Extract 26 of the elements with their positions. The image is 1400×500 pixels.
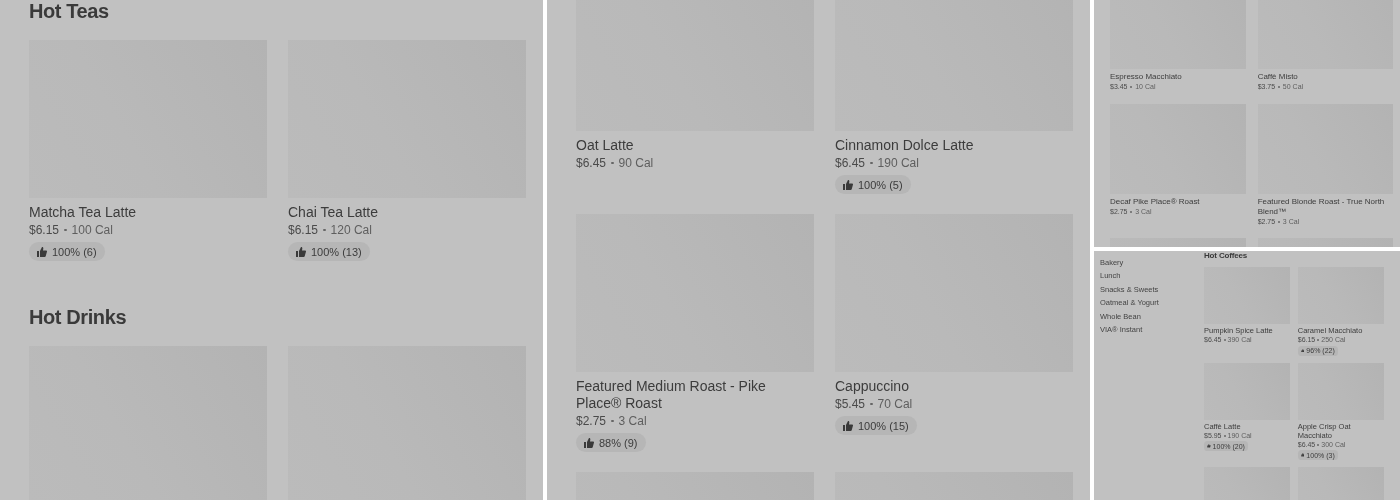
calories: 190 Cal: [877, 155, 919, 172]
price: $6.15: [29, 222, 60, 239]
calories: 120 Cal: [330, 222, 372, 239]
rating-badge: 88% (9): [576, 433, 646, 452]
calories: 70 Cal: [877, 396, 913, 413]
product-name[interactable]: Chai Tea Latte: [288, 203, 526, 221]
section-heading: Hot Drinks: [29, 305, 128, 329]
price: $6.45: [576, 155, 607, 172]
rating-badge: 100% (15): [835, 416, 917, 435]
calories: 3 Cal: [618, 413, 647, 430]
product-name[interactable]: Cinnamon Dolce Latte: [835, 136, 1073, 154]
price: $2.75: [576, 413, 607, 430]
section-heading: Hot Coffees: [1204, 251, 1249, 261]
product-name[interactable]: Featured Medium Roast - Pike Place® Roast: [576, 377, 814, 412]
price: $6.45: [835, 155, 866, 172]
rating-badge: 100% (6): [29, 242, 105, 261]
product-name[interactable]: Cappuccino: [835, 377, 1073, 395]
rating-badge: 100% (5): [835, 175, 911, 194]
section-heading: Hot Teas: [29, 0, 110, 23]
calories: 100 Cal: [71, 222, 113, 239]
product-name[interactable]: Matcha Tea Latte: [29, 203, 267, 221]
calories: 90 Cal: [618, 155, 654, 172]
product-name[interactable]: Oat Latte: [576, 136, 814, 154]
price: $5.45: [835, 396, 866, 413]
rating-badge: 100% (13): [288, 242, 370, 261]
price: $6.15: [288, 222, 319, 239]
